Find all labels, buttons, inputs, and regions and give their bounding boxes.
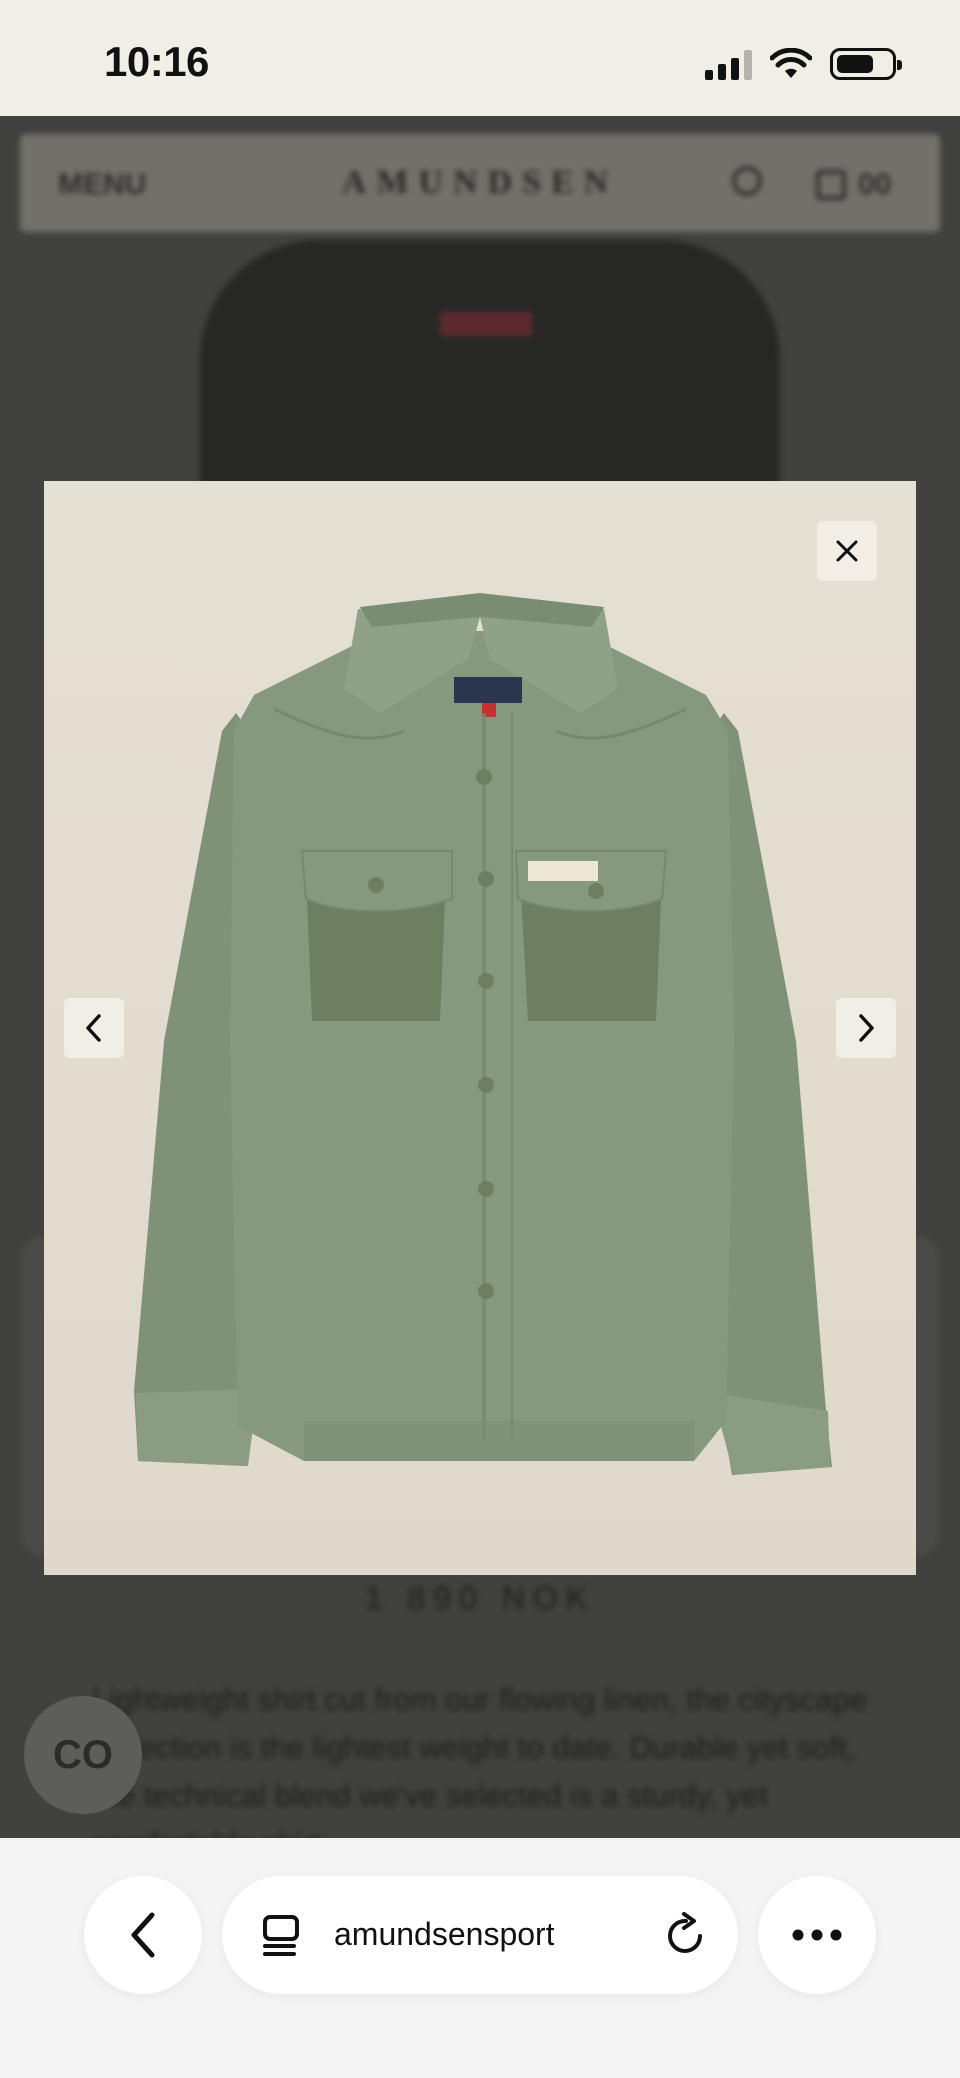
battery-icon <box>830 48 902 80</box>
status-bar: 10:16 <box>0 0 960 116</box>
close-icon <box>836 540 858 562</box>
status-icons <box>705 44 902 84</box>
cart-icon <box>816 170 846 200</box>
more-options-button[interactable] <box>758 1876 876 1994</box>
tabs-icon <box>263 1915 299 1956</box>
co-badge[interactable]: CO <box>24 1696 142 1814</box>
image-lightbox <box>44 481 916 1575</box>
product-price: 1 890 NOK <box>364 1580 596 1616</box>
cart-count: 00 <box>858 168 892 201</box>
brand-logo: AMUNDSEN <box>341 164 619 201</box>
address-bar[interactable]: amundsensports.com <box>222 1876 738 1994</box>
chevron-left-icon <box>86 1014 101 1042</box>
search-icon <box>732 166 762 196</box>
ellipsis-icon <box>792 1929 842 1941</box>
product-image <box>134 593 832 1475</box>
next-image-button[interactable] <box>836 998 896 1058</box>
chevron-left-icon <box>131 1912 155 1958</box>
reload-icon[interactable] <box>664 1912 708 1958</box>
wifi-icon <box>770 48 812 78</box>
browser-toolbar: amundsensports.com <box>0 1838 960 2078</box>
close-button[interactable] <box>817 521 877 581</box>
background-product-label <box>440 312 532 336</box>
browser-back-button[interactable] <box>84 1876 202 1994</box>
chevron-right-icon <box>859 1014 874 1042</box>
status-time: 10:16 <box>104 38 209 85</box>
product-description: Lightweight shirt cut from our flowing l… <box>92 1682 868 1838</box>
previous-image-button[interactable] <box>64 998 124 1058</box>
co-badge-label: CO <box>53 1732 113 1777</box>
url-text: amundsensports.com <box>334 1916 554 1952</box>
site-header: MENU AMUNDSEN 00 <box>20 134 940 232</box>
cellular-signal-icon <box>705 48 752 80</box>
